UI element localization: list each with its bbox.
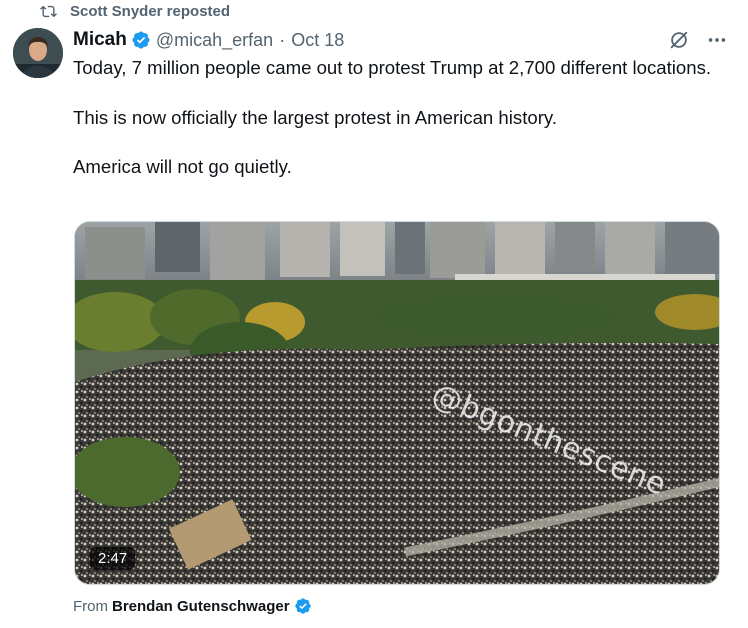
verified-badge-icon — [294, 598, 311, 614]
video-duration-badge: 2:47 — [90, 547, 136, 570]
attribution-prefix: From — [73, 597, 108, 615]
video-frame — [75, 222, 719, 584]
repost-text: Scott Snyder reposted — [70, 3, 231, 20]
avatar[interactable] — [13, 28, 63, 78]
repost-indicator[interactable]: Scott Snyder reposted — [40, 3, 230, 20]
verified-badge-icon[interactable] — [131, 30, 151, 50]
separator-dot: · — [279, 29, 286, 50]
tweet-paragraph: Today, 7 million people came out to prot… — [73, 57, 712, 78]
tweet-header: Micah @micah_erfan · Oct 18 — [73, 28, 728, 52]
tweet-paragraph: America will not go quietly. — [73, 156, 292, 178]
more-icon[interactable] — [706, 29, 728, 51]
grok-icon[interactable] — [668, 29, 690, 51]
media-attribution: From Brendan Gutenschwager — [73, 597, 312, 615]
author-name[interactable]: Micah — [73, 29, 127, 51]
attribution-name[interactable]: Brendan Gutenschwager — [112, 598, 290, 615]
tweet-date[interactable]: Oct 18 — [291, 30, 344, 51]
tweet-paragraph: This is now officially the largest prote… — [73, 106, 557, 128]
tweet-text: Today, 7 million people came out to prot… — [73, 56, 713, 180]
author-handle[interactable]: @micah_erfan — [156, 30, 273, 51]
repost-icon — [40, 5, 57, 18]
header-actions — [668, 29, 728, 51]
video-player[interactable]: @bgonthescene 2:47 — [74, 221, 720, 585]
